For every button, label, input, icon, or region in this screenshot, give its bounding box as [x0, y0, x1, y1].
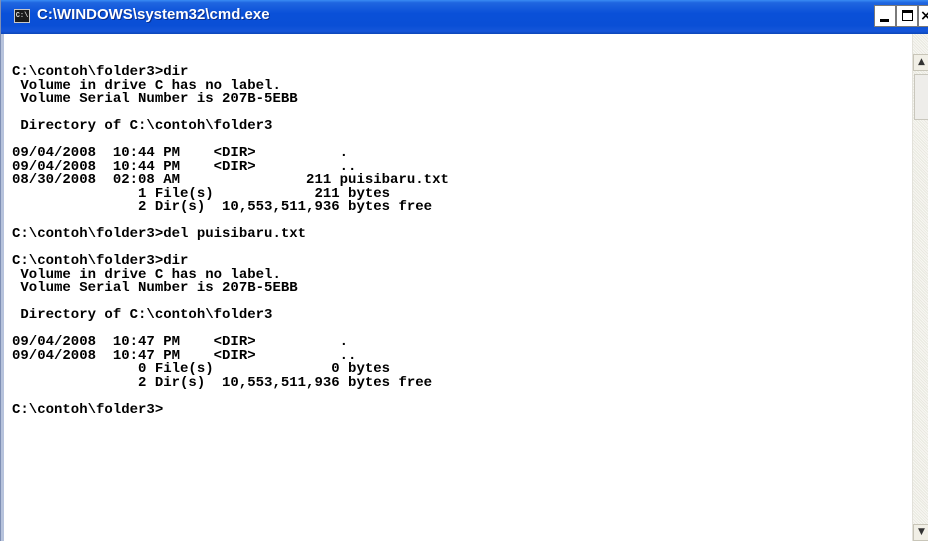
console-line: 2 Dir(s) 10,553,511,936 bytes free: [12, 374, 433, 391]
vertical-scrollbar[interactable]: ▲ ▼: [912, 34, 928, 541]
console-line: Volume Serial Number is 207B-5EBB: [12, 91, 298, 107]
minimize-button[interactable]: [874, 5, 896, 27]
window-title: C:\WINDOWS\system32\cmd.exe: [37, 6, 270, 23]
console-lines: C:\contoh\folder3>dir Volume in drive C …: [12, 65, 449, 418]
scroll-down-arrow-icon[interactable]: ▼: [913, 524, 928, 541]
scroll-thumb[interactable]: [914, 74, 928, 120]
console-line: Volume Serial Number is 207B-5EBB: [12, 280, 298, 296]
maximize-button[interactable]: [896, 5, 918, 27]
console-line: Directory of C:\contoh\folder3: [12, 307, 273, 323]
console-line: Directory of C:\contoh\folder3: [12, 118, 273, 134]
scroll-up-arrow-icon[interactable]: ▲: [913, 54, 928, 71]
console-icon[interactable]: C:\: [14, 9, 30, 23]
console-line: 2 Dir(s) 10,553,511,936 bytes free: [12, 199, 433, 215]
cmd-window: C:\ C:\WINDOWS\system32\cmd.exe × C:\con…: [0, 0, 928, 541]
close-icon: ×: [920, 8, 928, 24]
title-bar[interactable]: C:\ C:\WINDOWS\system32\cmd.exe ×: [1, 0, 928, 34]
console-line: C:\contoh\folder3>del puisibaru.txt: [12, 226, 307, 242]
console-output[interactable]: C:\contoh\folder3>dir Volume in drive C …: [1, 34, 912, 541]
minimize-icon: [880, 19, 889, 22]
close-button[interactable]: ×: [918, 5, 928, 27]
console-line: C:\contoh\folder3>: [12, 401, 164, 418]
maximize-icon: [902, 10, 913, 21]
